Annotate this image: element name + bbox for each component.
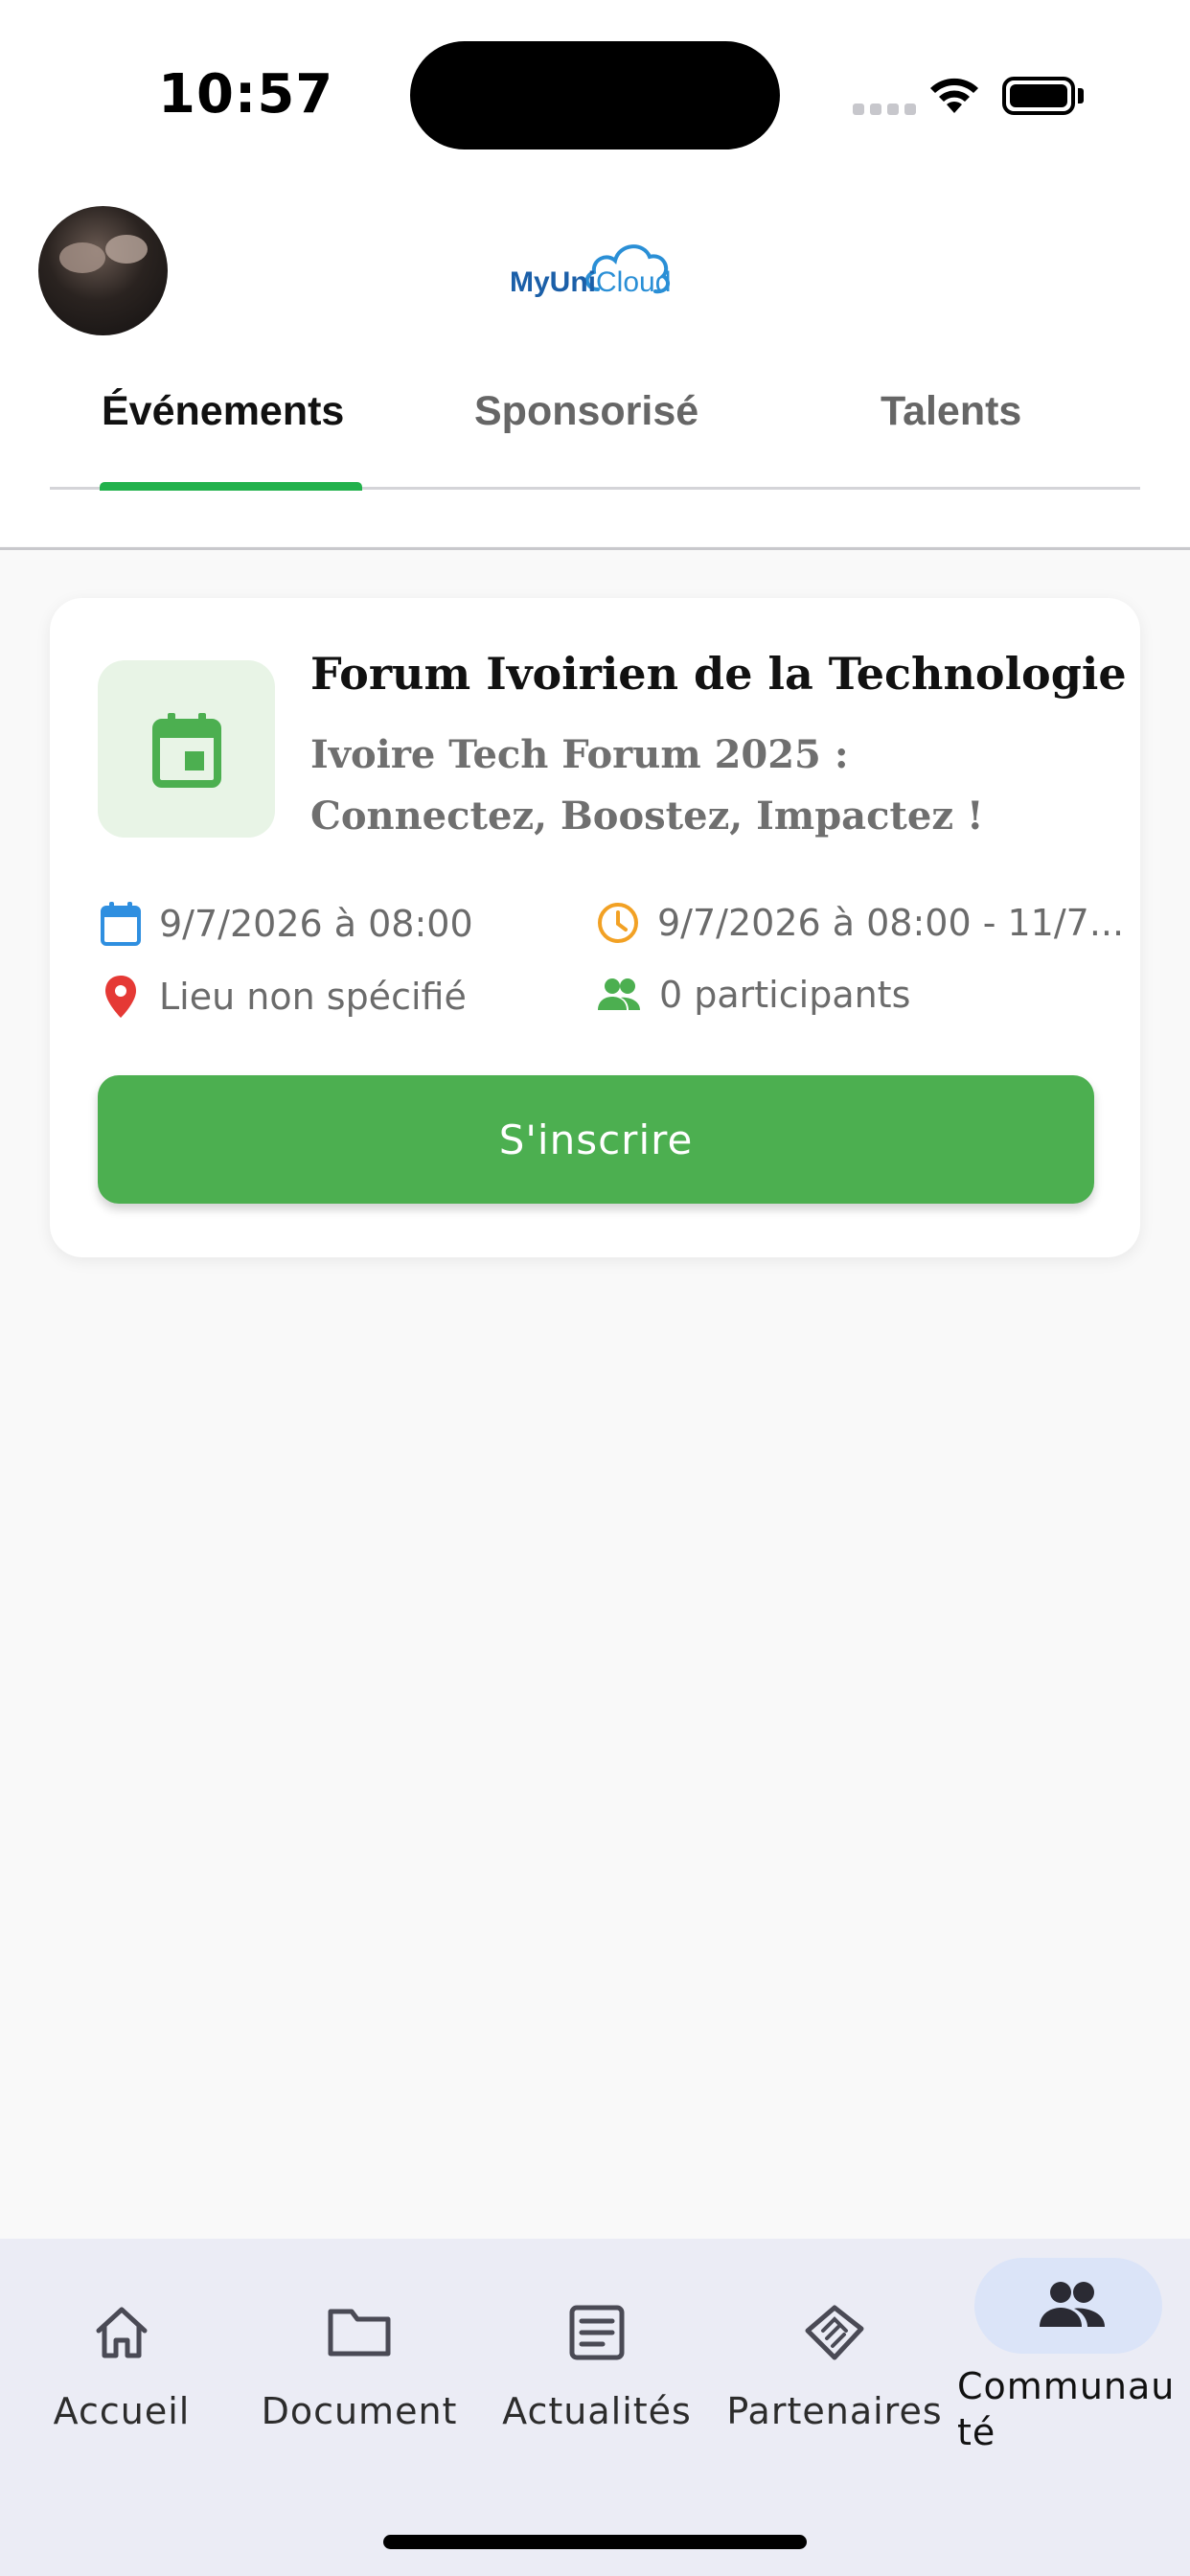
nav-item-document[interactable]: Document [240, 2239, 478, 2488]
bottom-nav: Accueil Document Actualités Partenaires … [0, 2239, 1190, 2576]
folder-icon [321, 2294, 398, 2371]
cellular-signal-icon [853, 104, 916, 115]
home-indicator [383, 2535, 807, 2549]
tab-talents[interactable]: Talents [881, 388, 1021, 435]
event-title: Forum Ivoirien de la Technologie [310, 648, 1127, 700]
status-time: 10:57 [158, 63, 334, 126]
home-icon [83, 2294, 160, 2371]
battery-icon [1002, 77, 1075, 115]
people-icon [1034, 2267, 1110, 2344]
tab-sponsorise[interactable]: Sponsorisé [474, 388, 698, 435]
tab-bar: Événements Sponsorisé Talents [50, 388, 1140, 491]
logo-text: MyUniCloud [510, 266, 672, 298]
app-logo: MyUniCloud [510, 230, 692, 307]
nav-item-actualites[interactable]: Actualités [478, 2239, 716, 2488]
people-icon [598, 978, 640, 1010]
event-participants-row: 0 participants [596, 974, 910, 1016]
location-pin-icon [105, 976, 136, 1018]
active-tab-indicator [100, 482, 362, 491]
nav-item-communaute[interactable]: Communauté [953, 2239, 1190, 2488]
event-subtitle: Ivoire Tech Forum 2025 : Connectez, Boos… [310, 732, 984, 839]
article-icon [559, 2294, 635, 2371]
calendar-small-icon [101, 902, 141, 946]
clock-icon [598, 903, 638, 943]
nav-label-accueil: Accueil [53, 2390, 191, 2432]
nav-label-document: Document [261, 2390, 458, 2432]
nav-item-accueil[interactable]: Accueil [3, 2239, 240, 2488]
nav-item-partenaires[interactable]: Partenaires [716, 2239, 953, 2488]
event-time-row: 9/7/2026 à 08:00 - 11/7... [596, 901, 1124, 945]
dynamic-island [410, 41, 780, 150]
event-location-text: Lieu non spécifié [159, 976, 467, 1018]
event-date-row: 9/7/2026 à 08:00 [100, 901, 473, 947]
tab-evenements[interactable]: Événements [102, 388, 344, 435]
battery-tip [1078, 88, 1084, 104]
event-time-text: 9/7/2026 à 08:00 - 11/7... [657, 902, 1125, 944]
status-bar: 10:57 [0, 0, 1190, 163]
header-divider [0, 547, 1190, 550]
event-card[interactable]: Forum Ivoirien de la Technologie Ivoire … [50, 598, 1140, 1257]
app-header: MyUniCloud Événements Sponsorisé Talents [0, 163, 1190, 550]
nav-label-actualites: Actualités [502, 2390, 692, 2432]
nav-label-partenaires: Partenaires [726, 2390, 943, 2432]
event-participants-text: 0 participants [659, 974, 911, 1016]
calendar-icon [151, 712, 221, 788]
event-location-row: Lieu non spécifié [100, 974, 467, 1020]
event-date-text: 9/7/2026 à 08:00 [159, 903, 473, 945]
avatar[interactable] [38, 206, 168, 335]
wifi-icon [930, 78, 978, 113]
event-icon-box [98, 660, 275, 838]
handshake-icon [796, 2294, 873, 2371]
nav-label-communaute: Communauté [957, 2365, 1176, 2453]
register-button[interactable]: S'inscrire [98, 1075, 1094, 1204]
